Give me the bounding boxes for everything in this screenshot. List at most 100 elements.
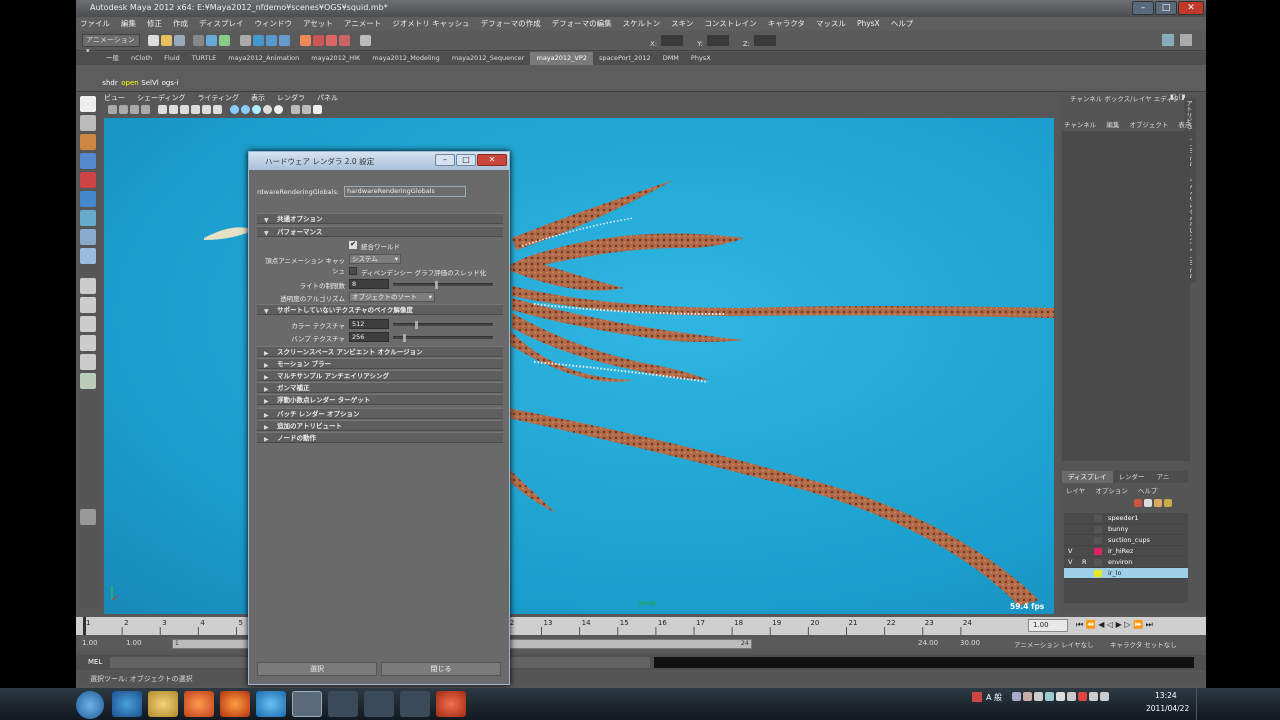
step-back-icon[interactable]: ◀ (1098, 620, 1104, 629)
ime-mode[interactable]: A 般 (986, 692, 1002, 703)
dialog-close-x-button[interactable]: ✕ (477, 154, 507, 166)
section-gamma[interactable]: ▶ ガンマ補正 (257, 382, 503, 393)
playback-start-field[interactable]: 1.00 (126, 639, 142, 647)
snap-plane-icon[interactable] (279, 35, 290, 46)
layer-tab[interactable]: アニ (1151, 471, 1176, 483)
safe-action-icon[interactable] (213, 105, 222, 114)
light-limit-slider-knob[interactable] (435, 281, 438, 289)
section-ssao[interactable]: ▶ スクリーンスペース アンビエント オクルージョン (257, 346, 503, 357)
light-limit-field[interactable]: 8 (349, 279, 389, 289)
section-common-options[interactable]: ▼ 共通オプション (257, 213, 503, 224)
menu-item[interactable]: ウィンドウ (254, 17, 292, 31)
section-motion-blur[interactable]: ▶ モーション ブラー (257, 358, 503, 369)
film-gate-icon[interactable] (169, 105, 178, 114)
section-performance[interactable]: ▼ パフォーマンス (257, 226, 503, 237)
alert-icon[interactable] (1078, 692, 1087, 701)
shelf-button[interactable]: open (120, 79, 140, 87)
channel-box-menu-item[interactable]: オブジェクト (1129, 121, 1168, 129)
shelf-tab[interactable]: PhysX (685, 52, 717, 65)
render-settings-icon[interactable] (339, 35, 350, 46)
new-empty-layer-icon[interactable] (1144, 499, 1152, 507)
menu-item[interactable]: スケルトン (623, 17, 661, 31)
start-button-icon[interactable] (76, 691, 104, 719)
camera-attr-icon[interactable] (119, 105, 128, 114)
soft-mod-tool-icon[interactable] (80, 229, 96, 245)
layer-row[interactable]: bunny (1064, 524, 1188, 535)
layer-menu-item[interactable]: ヘルプ (1138, 487, 1158, 495)
light-limit-slider[interactable] (393, 281, 493, 289)
firefox-icon[interactable] (220, 691, 250, 717)
tray-icon-5[interactable] (1056, 692, 1065, 701)
tray-icon-1[interactable] (1012, 692, 1021, 701)
shelf-tab[interactable]: 一般 (100, 52, 125, 65)
layer-color-swatch[interactable] (1094, 548, 1102, 555)
quicktime-icon[interactable] (256, 691, 286, 717)
layer-render-toggle[interactable]: R (1082, 557, 1092, 568)
consolidate-checkbox[interactable]: ✔ (349, 241, 357, 249)
lasso-tool-icon[interactable] (80, 115, 96, 131)
last-tool-icon[interactable] (80, 248, 96, 264)
section-extra-attributes[interactable]: ▶ 追加のアトリビュート (257, 420, 503, 431)
layer-color-swatch[interactable] (1094, 559, 1102, 566)
shelf-tab[interactable]: maya2012_Sequencer (446, 52, 531, 65)
gate-mask-icon[interactable] (191, 105, 200, 114)
shelf-button[interactable]: ogs-i (160, 79, 180, 87)
attribute-editor-toggle-icon[interactable] (1162, 34, 1174, 46)
menu-item[interactable]: 修正 (147, 17, 162, 31)
menu-item[interactable]: スキン (671, 17, 693, 31)
layer-tab[interactable]: レンダー (1113, 471, 1151, 483)
smooth-shade-icon[interactable] (241, 105, 250, 114)
x-field[interactable] (661, 35, 684, 46)
shelf-tab[interactable]: TURTLE (186, 52, 222, 65)
shelf-tab[interactable]: maya2012_Animation (222, 52, 305, 65)
ipr-render-icon[interactable] (326, 35, 337, 46)
layer-tab[interactable]: ディスプレイ (1062, 471, 1113, 483)
menu-item[interactable]: デフォーマの編集 (552, 17, 612, 31)
channel-box-menu-item[interactable]: 編集 (1106, 121, 1119, 129)
menu-item[interactable]: 編集 (121, 17, 136, 31)
layer-row[interactable]: suction_cups (1064, 535, 1188, 546)
panel-menu-item[interactable]: 表示 (251, 93, 265, 103)
layer-row[interactable]: speeder1 (1064, 513, 1188, 524)
menu-item[interactable]: アセット (303, 17, 333, 31)
minimize-button[interactable]: – (1132, 1, 1154, 15)
globals-node-field[interactable]: hardwareRenderingGlobals (344, 186, 466, 197)
play-back-icon[interactable]: ◁ (1107, 620, 1113, 629)
panel-menu-item[interactable]: レンダラ (277, 93, 305, 103)
select-object-icon[interactable] (206, 35, 217, 46)
panel-menu-item[interactable]: シェーディング (137, 93, 186, 103)
bookmark-icon[interactable] (130, 105, 139, 114)
select-component-icon[interactable] (219, 35, 230, 46)
maximize-button[interactable]: □ (1155, 1, 1177, 15)
create-layer-icon[interactable] (1154, 499, 1162, 507)
bump-texture-slider[interactable] (393, 334, 493, 342)
side-by-side-layout-icon[interactable] (80, 316, 96, 332)
move-tool-icon[interactable] (80, 153, 96, 169)
layer-color-swatch[interactable] (1094, 570, 1102, 577)
color-texture-slider[interactable] (393, 321, 493, 329)
persp-graph-layout-icon[interactable] (80, 354, 96, 370)
step-forward-icon[interactable]: ▷ (1124, 620, 1130, 629)
single-pane-layout-icon[interactable] (80, 278, 96, 294)
show-desktop-button[interactable] (1196, 688, 1206, 720)
section-float-target[interactable]: ▶ 浮動小数点レンダー ターゲット (257, 394, 503, 405)
maya-taskbar-icon[interactable] (292, 691, 322, 717)
shadows-icon[interactable] (291, 105, 300, 114)
tray-icon-4[interactable] (1045, 692, 1054, 701)
select-tool-icon[interactable] (80, 96, 96, 112)
layer-color-swatch[interactable] (1094, 515, 1102, 522)
section-node-behavior[interactable]: ▶ ノードの動作 (257, 432, 503, 443)
menu-item[interactable]: ファイル (80, 17, 110, 31)
media-player-icon[interactable] (184, 691, 214, 717)
start-time-field[interactable]: 1.00 (82, 639, 98, 647)
hypershade-layout-icon[interactable] (80, 373, 96, 389)
panel-menu-item[interactable]: ビュー (104, 93, 125, 103)
isolate-icon[interactable] (302, 105, 311, 114)
shelf-tab[interactable]: nCloth (125, 52, 158, 65)
textured-icon[interactable] (263, 105, 272, 114)
wireframe-icon[interactable] (230, 105, 239, 114)
menu-item[interactable]: マッスル (816, 17, 846, 31)
section-texture-bake[interactable]: ▼ サポートしていないテクスチャのベイク解像度 (257, 304, 503, 315)
bump-texture-field[interactable]: 256 (349, 332, 389, 342)
menu-item[interactable]: ジオメトリ キャッシュ (392, 17, 469, 31)
